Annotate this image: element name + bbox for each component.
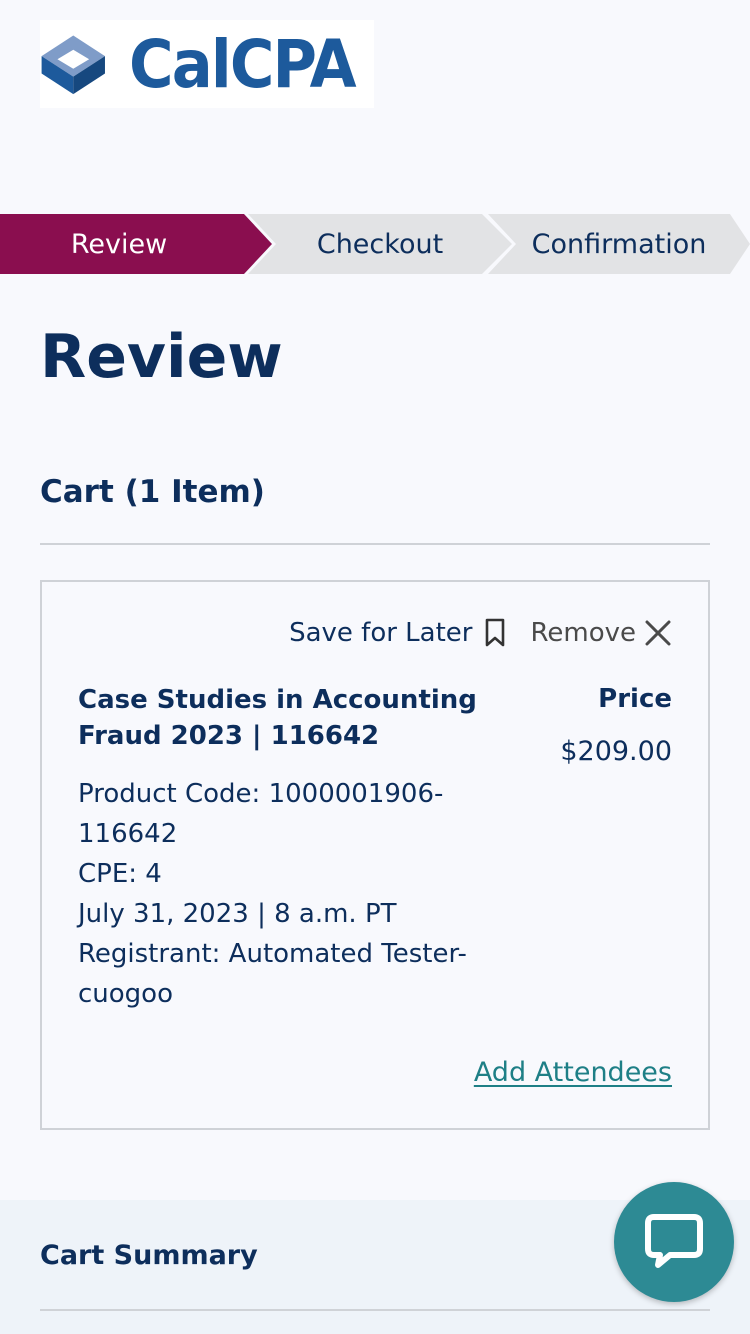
- product-code: Product Code: 1000001906-116642: [78, 779, 444, 849]
- price-value: $209.00: [560, 736, 672, 767]
- step-checkout: Checkout: [248, 214, 512, 274]
- step-confirmation: Confirmation: [488, 214, 750, 274]
- cart-title: Cart (1 Item): [40, 474, 265, 510]
- remove-button[interactable]: Remove: [530, 618, 672, 648]
- calcpa-cube-icon: [41, 35, 105, 95]
- step-checkout-label: Checkout: [316, 228, 444, 260]
- bookmark-icon: [486, 618, 505, 647]
- price-label: Price: [598, 684, 672, 714]
- remove-label: Remove: [530, 618, 636, 648]
- brand-name: CalCPA: [128, 25, 357, 103]
- chat-bubble-icon: [645, 1214, 703, 1268]
- product-details: Product Code: 1000001906-116642 CPE: 4 J…: [78, 774, 518, 1014]
- summary-divider: [40, 1309, 710, 1311]
- chat-button[interactable]: [614, 1182, 734, 1302]
- cpe-credits: CPE: 4: [78, 859, 162, 889]
- cart-divider: [40, 543, 710, 545]
- registrant: Registrant: Automated Tester-cuogoo: [78, 939, 467, 1009]
- step-review-label: Review: [70, 228, 168, 260]
- cart-summary-title: Cart Summary: [40, 1240, 258, 1271]
- step-review: Review: [0, 214, 272, 274]
- step-confirmation-label: Confirmation: [531, 228, 707, 260]
- close-icon: [645, 620, 671, 646]
- event-date: July 31, 2023 | 8 a.m. PT: [78, 899, 397, 929]
- page-title: Review: [40, 322, 283, 392]
- save-for-later-button[interactable]: Save for Later: [289, 618, 506, 648]
- save-for-later-label: Save for Later: [289, 618, 473, 648]
- add-attendees-link[interactable]: Add Attendees: [474, 1057, 672, 1088]
- cart-item-card: Save for Later Remove Case Studies in Ac…: [40, 580, 710, 1130]
- cart-item-actions: Save for Later Remove: [289, 618, 672, 648]
- calcpa-logo[interactable]: CalCPA: [40, 20, 374, 108]
- product-title[interactable]: Case Studies in Accounting Fraud 2023 | …: [78, 682, 508, 754]
- checkout-progress-steps: Review Checkout Confirmation: [0, 214, 750, 274]
